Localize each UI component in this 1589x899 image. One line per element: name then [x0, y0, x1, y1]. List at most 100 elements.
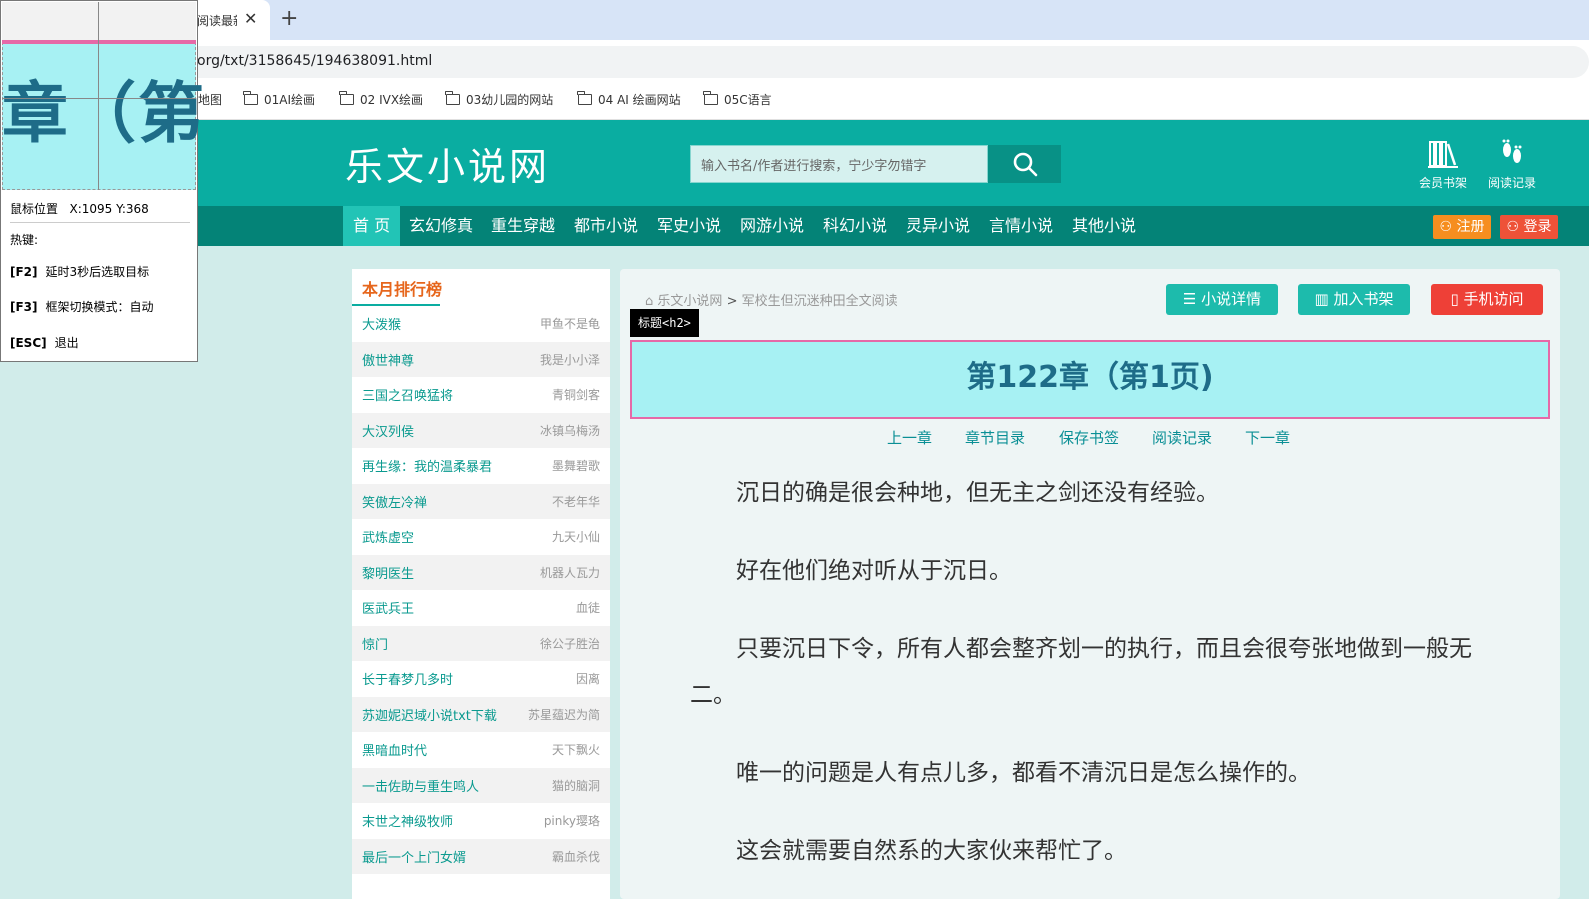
ranking-author: 青铜剑客	[551, 388, 600, 403]
ranking-author: 墨舞碧歌	[551, 459, 600, 474]
bookshelf-icon: ▥	[1314, 290, 1329, 308]
mobile-access-button[interactable]: ▯ 手机访问	[1431, 284, 1543, 315]
nav-item[interactable]: 其他小说	[1062, 206, 1146, 246]
ranking-book-name[interactable]: 黎明医生	[362, 563, 414, 582]
ranking-title: 本月排行榜	[362, 280, 443, 299]
ranking-row[interactable]: 武炼虚空 九天小仙	[352, 519, 610, 555]
bookmark-folder[interactable]: 04 AI 绘画网站	[577, 91, 681, 108]
site-logo[interactable]: 乐文小说网	[345, 136, 550, 191]
ranking-author: 机器人瓦力	[539, 565, 600, 580]
folder-icon	[703, 91, 718, 105]
tab-title: 阅读最新	[197, 14, 237, 28]
ranking-book-name[interactable]: 最后一个上门女婿	[362, 847, 466, 866]
add-to-shelf-button[interactable]: ▥ 加入书架	[1298, 284, 1410, 315]
ranking-book-name[interactable]: 大泼猴	[362, 314, 401, 333]
breadcrumb-separator: >	[726, 294, 738, 309]
nav-item[interactable]: 灵异小说	[896, 206, 980, 246]
ranking-author: 徐公子胜治	[539, 636, 600, 651]
next-chapter-link[interactable]: 下一章	[1245, 427, 1290, 448]
chapter-index-link[interactable]: 章节目录	[965, 427, 1025, 448]
ranking-row[interactable]: 傲世神尊 我是小小泽	[352, 341, 610, 377]
nav-item[interactable]: 言情小说	[979, 206, 1063, 246]
ranking-author: 因离	[575, 672, 600, 687]
ranking-book-name[interactable]: 末世之神级牧师	[362, 811, 453, 830]
hotkeys-title: 热键:	[10, 233, 39, 247]
ranking-row[interactable]: 再生缘：我的温柔暴君 墨舞碧歌	[352, 448, 610, 484]
bookmark-folder[interactable]: 05C语言	[703, 91, 772, 108]
chapter-title: 第122章（第1页)	[966, 360, 1214, 395]
ranking-book-name[interactable]: 三国之召唤猛将	[362, 385, 453, 404]
footprints-icon	[1502, 139, 1522, 163]
ranking-row[interactable]: 末世之神级牧师 pinky璎珞	[352, 803, 610, 839]
ranking-row[interactable]: 大泼猴 甲鱼不是龟	[352, 306, 610, 342]
ranking-row[interactable]: 黎明医生 机器人瓦力	[352, 554, 610, 590]
ranking-book-name[interactable]: 笑傲左冷禅	[362, 492, 427, 511]
folder-icon	[445, 91, 460, 105]
tab-close-icon[interactable]: ✕	[244, 9, 257, 28]
ranking-row[interactable]: 大汉列侯 冰镇乌梅汤	[352, 412, 610, 448]
hotkey-f3: [F3] 框架切换模式：自动	[10, 300, 154, 314]
nav-item[interactable]: 军史小说	[647, 206, 731, 246]
bookmark-folder[interactable]: 03幼儿园的网站	[445, 91, 553, 108]
crosshair-vertical	[98, 2, 99, 190]
ranking-row[interactable]: 最后一个上门女婿 霸血杀伐	[352, 838, 610, 874]
ranking-row[interactable]: 医武兵王 血徒	[352, 590, 610, 626]
nav-item[interactable]: 网游小说	[730, 206, 814, 246]
ranking-book-name[interactable]: 武炼虚空	[362, 527, 414, 546]
search-button[interactable]	[988, 145, 1061, 183]
ranking-book-name[interactable]: 医武兵王	[362, 598, 414, 617]
search-input[interactable]: 输入书名/作者进行搜索，宁少字勿错字	[690, 145, 988, 183]
folder-icon	[577, 91, 592, 105]
ranking-book-name[interactable]: 黑暗血时代	[362, 740, 427, 759]
nav-item-home[interactable]: 首 页	[343, 206, 401, 246]
ranking-row[interactable]: 黑暗血时代 天下飘火	[352, 732, 610, 768]
login-button[interactable]: ⚇ 登录	[1500, 215, 1558, 239]
zoom-preview-text: 章（第	[2, 75, 206, 152]
ranking-book-name[interactable]: 傲世神尊	[362, 350, 414, 369]
paragraph: 好在他们绝对听从于沉日。	[736, 558, 1012, 584]
novel-detail-button[interactable]: ☰ 小说详情	[1166, 284, 1278, 315]
member-bookshelf-link[interactable]: 会员书架	[1415, 138, 1471, 191]
nav-item[interactable]: 重生穿越	[481, 206, 565, 246]
crosshair-horizontal	[2, 98, 196, 99]
bookmarks-bar	[0, 84, 1589, 120]
ranking-book-name[interactable]: 大汉列侯	[362, 421, 414, 440]
breadcrumb-book[interactable]: 军校生但沉迷种田全文阅读	[742, 294, 898, 309]
register-button[interactable]: ⚇ 注册	[1433, 215, 1491, 239]
bookmark-folder[interactable]: 01AI绘画	[243, 91, 315, 108]
save-bookmark-link[interactable]: 保存书签	[1059, 427, 1119, 448]
ranking-book-name[interactable]: 长于春梦几多时	[362, 669, 453, 688]
ranking-author: 天下飘火	[551, 743, 600, 758]
url-text[interactable]: org/txt/3158645/194638091.html	[197, 53, 432, 69]
reading-history-link[interactable]: 阅读记录	[1152, 427, 1212, 448]
folder-icon	[339, 91, 354, 105]
ranking-row[interactable]: 一击佐助与重生鸣人 猫的脑洞	[352, 767, 610, 803]
zoom-border-line	[2, 40, 196, 44]
nav-item[interactable]: 玄幻修真	[399, 206, 483, 246]
ranking-book-name[interactable]: 苏迦妮迟域小说txt下载	[362, 705, 497, 724]
bookmark-folder[interactable]: 02 IVX绘画	[339, 91, 423, 108]
nav-item[interactable]: 科幻小说	[813, 206, 897, 246]
ranking-book-name[interactable]: 惊门	[362, 634, 388, 653]
bookshelf-icon	[1428, 141, 1458, 168]
ranking-row[interactable]: 惊门 徐公子胜治	[352, 625, 610, 661]
search-icon	[1013, 152, 1037, 177]
mouse-position: 鼠标位置 X:1095 Y:368	[10, 202, 149, 216]
ranking-row[interactable]: 笑傲左冷禅 不老年华	[352, 483, 610, 519]
new-tab-button[interactable]: +	[280, 6, 298, 31]
ranking-row[interactable]: 长于春梦几多时 因离	[352, 661, 610, 697]
hotkey-f2: [F2] 延时3秒后选取目标	[10, 265, 150, 279]
paragraph: 这会就需要自然系的大家伙来帮忙了。	[736, 838, 1127, 864]
nav-item[interactable]: 都市小说	[564, 206, 648, 246]
folder-icon	[243, 91, 258, 105]
ranking-author: 我是小小泽	[539, 352, 600, 367]
ranking-book-name[interactable]: 一击佐助与重生鸣人	[362, 776, 479, 795]
breadcrumb-home[interactable]: 乐文小说网	[657, 294, 722, 309]
ranking-author: 霸血杀伐	[551, 849, 600, 864]
prev-chapter-link[interactable]: 上一章	[887, 427, 932, 448]
ranking-row[interactable]: 苏迦妮迟域小说txt下载 苏星蕴迟为简	[352, 696, 610, 732]
user-plus-icon: ⚇	[1439, 219, 1453, 235]
ranking-book-name[interactable]: 再生缘：我的温柔暴君	[362, 456, 492, 475]
reading-history-link[interactable]: 阅读记录	[1484, 138, 1540, 191]
ranking-row[interactable]: 三国之召唤猛将 青铜剑客	[352, 377, 610, 413]
